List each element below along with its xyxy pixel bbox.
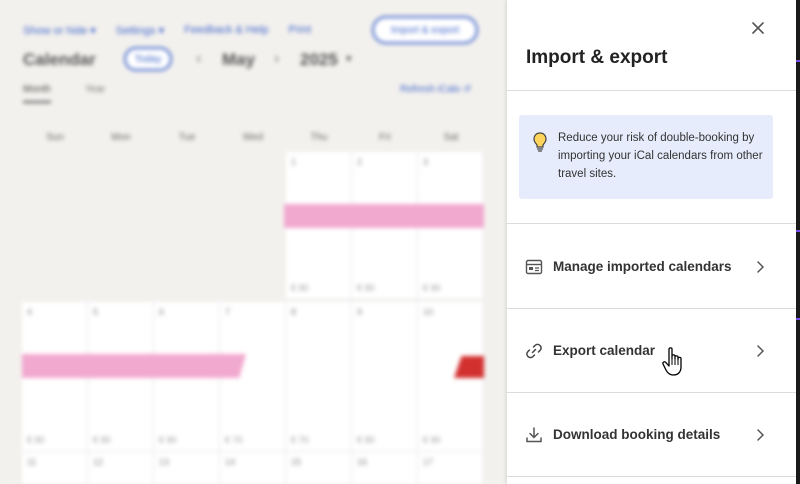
divider [507,392,800,393]
month-label: May [222,50,256,69]
weekday-fri: Fri [379,132,391,143]
chevron-right-icon [757,429,765,441]
day-number: 14 [225,457,236,467]
divider [507,308,800,309]
calendar-background: Show or hide ▾ Settings ▾ Feedback & Hel… [0,0,507,484]
divider [507,90,800,91]
refresh-icals-link[interactable]: Refresh iCals ↺ [400,84,471,95]
day-price: € 90 [159,435,177,445]
weekday-sat: Sat [443,132,459,143]
download-booking-details-label: Download booking details [553,427,721,442]
next-month-icon[interactable]: › [274,50,279,68]
chevron-right-icon [757,345,765,357]
day-cell[interactable]: 14 [220,452,286,484]
day-number: 3 [423,157,429,167]
day-cell[interactable]: 13 [154,452,220,484]
day-number: 5 [93,307,99,317]
day-cell[interactable]: 17 [418,452,484,484]
lightbulb-icon [533,132,547,152]
info-text: Reduce your risk of double-booking by im… [558,132,763,180]
today-button[interactable]: Today [124,47,172,71]
day-number: 7 [225,307,231,317]
info-banner: Reduce your risk of double-booking by im… [519,115,773,199]
day-number: 8 [291,307,297,317]
day-price: € 90 [93,435,111,445]
nav-show-hide[interactable]: Show or hide ▾ [23,24,96,37]
export-calendar-row[interactable]: Export calendar [507,310,800,390]
panel-title: Import & export [526,47,668,68]
day-number: 13 [159,457,170,467]
link-icon [526,343,542,359]
chevron-down-icon[interactable]: ▾ [346,52,352,65]
year-label: 2025 [300,50,338,69]
edge-mark [796,60,800,62]
day-number: 9 [357,307,363,317]
window-edge [796,0,800,484]
download-icon [526,427,542,443]
day-price: € 90 [291,283,309,293]
booking-bar[interactable] [22,354,246,378]
prev-month-icon[interactable]: ‹ [196,50,201,68]
day-cell[interactable]: 15 [286,452,352,484]
day-price: € 70 [291,435,309,445]
tab-year[interactable]: Year [85,84,105,95]
import-export-panel: Import & export Reduce your risk of doub… [507,0,800,484]
day-number: 1 [291,157,297,167]
day-price: € 90 [357,283,375,293]
day-number: 4 [27,307,33,317]
day-cell[interactable]: 9 € 90 [352,302,418,452]
day-price: € 70 [225,435,243,445]
weekday-thu: Thu [310,132,328,143]
weekday-mon: Mon [111,132,131,143]
close-icon[interactable] [748,18,768,38]
day-price: € 90 [27,435,45,445]
day-number: 15 [291,457,302,467]
chevron-right-icon [757,261,765,273]
download-booking-details-row[interactable]: Download booking details [507,394,800,474]
day-price: € 90 [357,435,375,445]
edge-mark [796,230,800,232]
day-number: 17 [423,457,434,467]
divider [507,476,800,477]
day-price: € 90 [423,435,441,445]
export-calendar-label: Export calendar [553,343,656,358]
calendar-title: Calendar [23,50,96,69]
day-cell[interactable]: 12 [88,452,154,484]
day-cell[interactable]: 16 [352,452,418,484]
day-number: 12 [93,457,104,467]
day-number: 6 [159,307,165,317]
manage-imported-calendars-label: Manage imported calendars [553,259,732,274]
day-cell[interactable]: 11 [22,452,88,484]
weekday-sun: Sun [46,132,64,143]
nav-print[interactable]: Print [289,24,312,37]
tab-month[interactable]: Month [23,84,51,103]
calendar-list-icon [525,259,543,275]
nav-settings[interactable]: Settings ▾ [116,24,164,37]
day-price: € 90 [423,283,441,293]
divider [507,223,800,224]
weekday-tue: Tue [178,132,196,143]
nav-feedback[interactable]: Feedback & Help [184,24,268,37]
day-number: 2 [357,157,363,167]
booking-bar[interactable] [284,204,484,228]
manage-imported-calendars-row[interactable]: Manage imported calendars [507,226,800,306]
edge-mark [796,318,800,320]
day-cell[interactable]: 8 € 70 [286,302,352,452]
day-number: 16 [357,457,368,467]
top-nav: Show or hide ▾ Settings ▾ Feedback & Hel… [23,24,311,37]
weekday-wed: Wed [242,132,264,143]
day-number: 11 [27,457,37,467]
import-export-button[interactable]: Import & export [372,16,478,44]
day-number: 10 [423,307,434,317]
